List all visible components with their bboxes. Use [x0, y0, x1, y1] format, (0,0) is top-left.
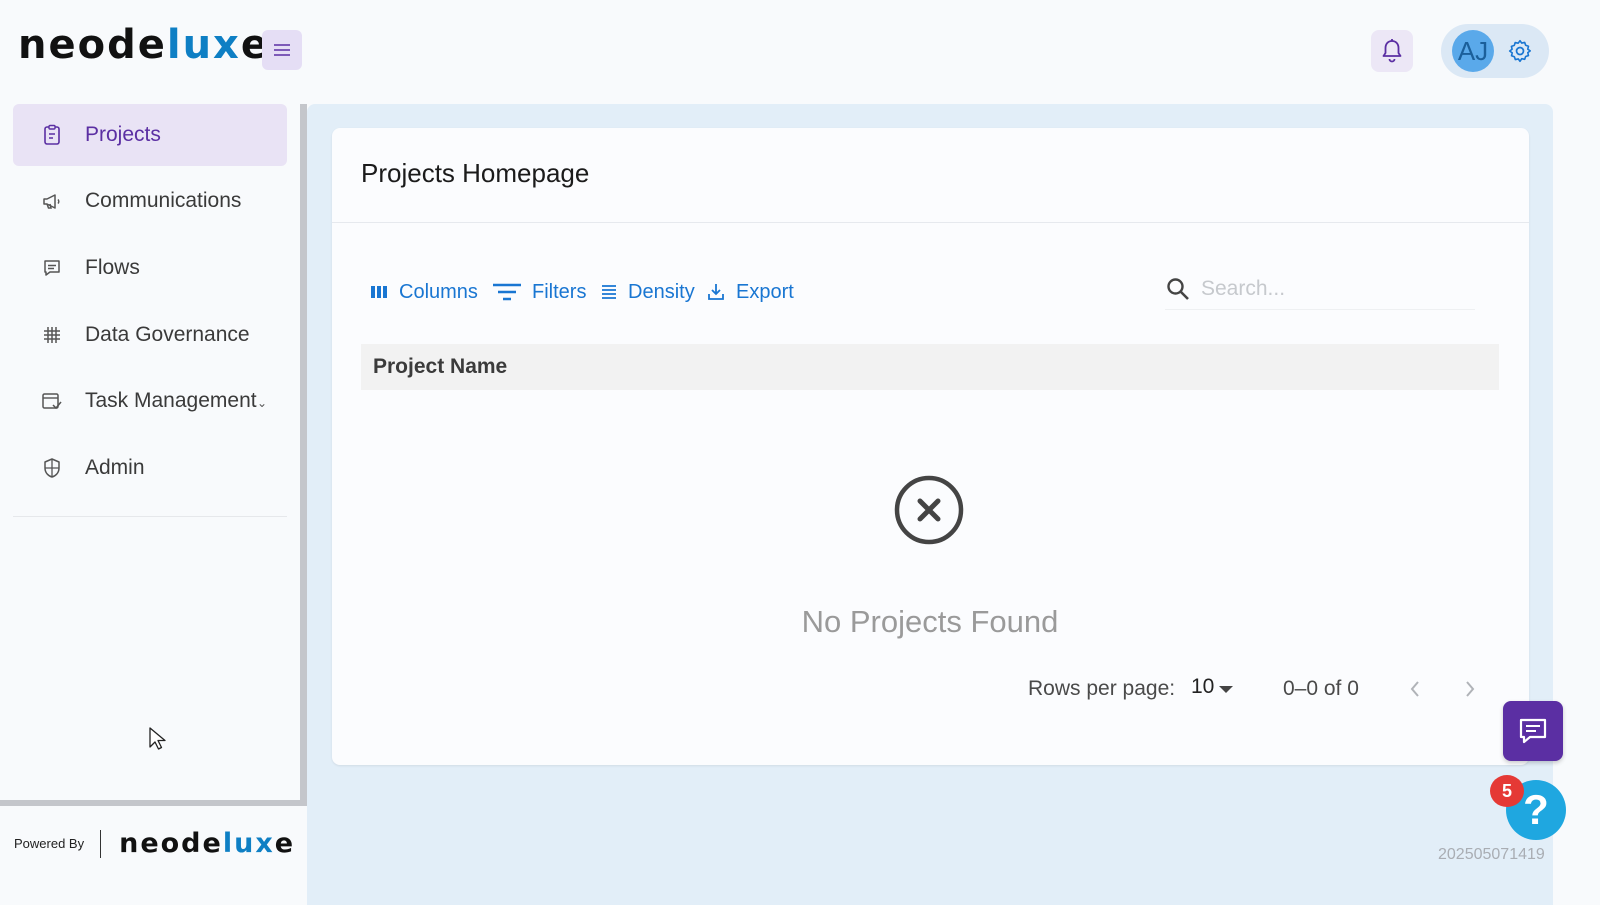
density-icon — [600, 283, 618, 301]
sidebar-item-data-governance[interactable]: Data Governance — [13, 304, 287, 366]
pagination-range: 0–0 of 0 — [1283, 677, 1359, 700]
megaphone-icon — [41, 190, 63, 212]
search-input[interactable] — [1201, 276, 1461, 301]
powered-by-label: Powered By — [14, 836, 85, 851]
download-icon — [706, 282, 726, 302]
footer-logo-end: e — [274, 828, 296, 859]
logo-text: neode — [18, 22, 167, 68]
sidebar-bottom-divider — [0, 800, 307, 806]
columns-icon — [369, 284, 389, 300]
footer-logo-highlight: lu — [222, 828, 256, 859]
settings-button[interactable] — [1505, 36, 1535, 66]
avatar[interactable]: AJ — [1452, 30, 1494, 72]
empty-state-x-icon — [894, 475, 964, 545]
sidebar-item-communications[interactable]: Communications — [13, 170, 287, 232]
hamburger-menu-button[interactable] — [262, 30, 302, 70]
grid-icon — [41, 324, 63, 346]
hamburger-menu-icon — [274, 44, 290, 56]
task-icon — [41, 390, 63, 412]
brand-logo: neodeluxeTM — [18, 22, 284, 68]
empty-state-message: No Projects Found — [801, 604, 1059, 639]
message-icon — [41, 257, 63, 279]
columns-label: Columns — [399, 280, 478, 303]
chevron-right-icon — [1466, 681, 1475, 697]
logo-text-highlight-x: x — [213, 22, 241, 68]
table-header: Project Name — [361, 344, 1499, 390]
sidebar-item-admin[interactable]: Admin — [13, 437, 287, 499]
rows-per-page-label: Rows per page: — [1028, 677, 1176, 700]
help-notification-badge: 5 — [1490, 775, 1524, 807]
export-button[interactable]: Export — [706, 278, 794, 306]
help-icon: ? — [1523, 786, 1549, 833]
chevron-down-icon[interactable]: ⌄ — [257, 396, 267, 410]
density-button[interactable]: Density — [600, 278, 695, 306]
powered-by-footer: Powered By neodeluxe — [14, 828, 295, 859]
rows-per-page-value: 10 — [1191, 675, 1215, 698]
sidebar-item-label: Admin — [85, 456, 145, 479]
sidebar-item-label: Data Governance — [85, 323, 250, 346]
chat-button[interactable] — [1503, 701, 1563, 761]
clipboard-icon — [41, 124, 63, 146]
bell-icon — [1382, 39, 1402, 63]
chevron-left-icon — [1410, 681, 1419, 697]
search-field[interactable] — [1165, 268, 1475, 310]
mouse-cursor-icon — [148, 726, 168, 757]
footer-logo-text: neode — [119, 828, 223, 859]
export-label: Export — [736, 280, 794, 303]
caret-down-icon — [1219, 685, 1234, 693]
shield-icon — [41, 457, 63, 479]
projects-card — [332, 128, 1529, 765]
sidebar-item-flows[interactable]: Flows — [13, 237, 287, 299]
card-header-divider — [332, 222, 1529, 223]
sidebar-scrollbar[interactable] — [300, 104, 307, 806]
sidebar-item-label: Task Management — [85, 389, 257, 412]
sidebar-item-label: Communications — [85, 189, 242, 212]
logo-text-highlight: lu — [166, 22, 214, 68]
filters-label: Filters — [532, 280, 587, 303]
gear-icon — [1508, 39, 1531, 63]
page-title: Projects Homepage — [361, 158, 590, 188]
previous-page-button[interactable] — [1402, 676, 1428, 702]
sidebar-item-label: Flows — [85, 256, 140, 279]
sidebar-item-task-management[interactable]: Task Management ⌄ — [13, 370, 287, 432]
build-number: 202505071419 — [1438, 846, 1545, 863]
next-page-button[interactable] — [1457, 676, 1483, 702]
footer-logo-highlight-x: x — [255, 828, 275, 859]
footer-divider — [100, 829, 102, 858]
footer-logo: neodeluxe — [119, 828, 295, 859]
sidebar-item-label: Projects — [85, 123, 161, 146]
rows-per-page-select[interactable]: 10 — [1191, 675, 1234, 699]
column-header-project-name[interactable]: Project Name — [373, 355, 507, 379]
filters-button[interactable]: Filters — [492, 278, 586, 306]
columns-button[interactable]: Columns — [369, 278, 478, 306]
search-icon — [1167, 277, 1189, 300]
sidebar-item-projects[interactable]: Projects — [13, 104, 287, 166]
sidebar-divider — [13, 516, 287, 517]
filter-icon — [492, 282, 522, 302]
chat-icon — [1519, 718, 1547, 744]
density-label: Density — [628, 280, 695, 303]
notifications-button[interactable] — [1371, 30, 1413, 72]
